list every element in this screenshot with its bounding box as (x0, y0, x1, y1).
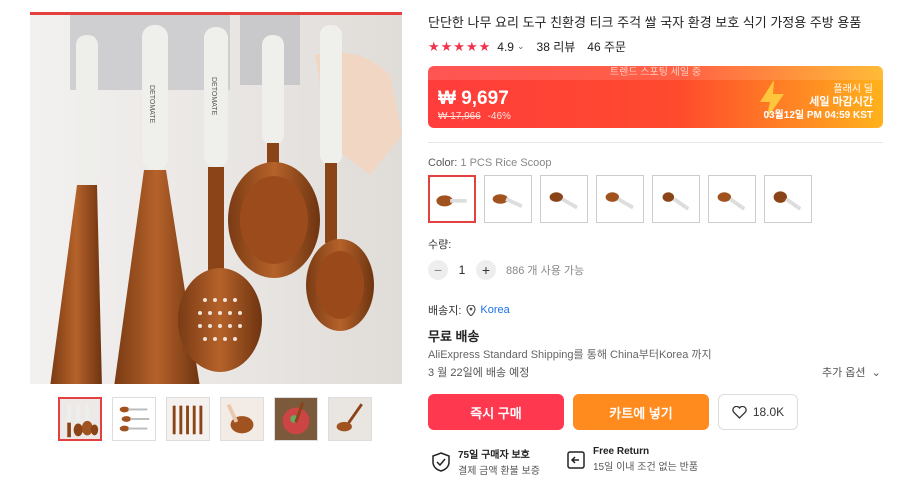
buyer-protection: 75일 구매자 보호 결제 금액 환불 보증 (430, 446, 540, 477)
original-price-row: ₩ 17,966 -46% (438, 111, 511, 122)
swatch-6[interactable] (708, 175, 756, 223)
thumbnail-3[interactable] (166, 397, 210, 441)
flash-deal-time: 03월12일 PM 04:59 KST (763, 110, 873, 121)
thumbnail-1[interactable] (58, 397, 102, 441)
wishlist-count: 18.0K (752, 405, 785, 419)
swatch-5[interactable] (652, 175, 700, 223)
ship-to-country[interactable]: Korea (480, 304, 509, 316)
svg-text:DETOMATE: DETOMATE (210, 77, 217, 116)
return-subtitle: 15일 이내 조건 없는 반품 (593, 462, 699, 473)
quantity-minus-button[interactable]: − (428, 260, 448, 280)
quantity-plus-button[interactable]: + (476, 260, 496, 280)
ship-to-row: 배송지: Korea (428, 302, 510, 318)
ship-to-label: 배송지: (428, 305, 462, 317)
flash-deal-subtitle: 세일 마감시간 (809, 96, 873, 108)
location-pin-icon (466, 304, 477, 316)
free-return: Free Return 15일 이내 조건 없는 반품 (565, 446, 698, 473)
sale-label: 트렌드 스포팅 세일 중 (428, 66, 883, 80)
chevron-down-icon: ⌄ (871, 367, 881, 379)
swatch-2[interactable] (484, 175, 532, 223)
quantity-label: 수량: (428, 239, 452, 251)
more-options-link[interactable]: 추가 옵션 ⌄ (822, 364, 881, 380)
delivery-date: 3 월 22일에 배송 예정 (428, 367, 530, 379)
svg-text:DETOMATE: DETOMATE (148, 85, 155, 124)
rating-row: ★★★★★ 4.9 ⌄ 38 리뷰 46 주문 (428, 38, 626, 55)
reviews-count[interactable]: 38 리뷰 (537, 38, 576, 55)
swatch-4[interactable] (596, 175, 644, 223)
thumbnail-2[interactable] (112, 397, 156, 441)
protection-subtitle: 결제 금액 환불 보증 (458, 466, 540, 477)
protection-title: 75일 구매자 보호 (458, 450, 530, 461)
color-value: 1 PCS Rice Scoop (460, 157, 552, 169)
flash-deal-info: 플래시 딜 세일 마감시간 03월12일 PM 04:59 KST (763, 83, 873, 122)
return-icon (567, 450, 585, 469)
more-options-label: 추가 옵션 (822, 367, 866, 379)
add-to-cart-button[interactable]: 카트에 넣기 (573, 394, 709, 430)
thumbnail-4[interactable] (220, 397, 264, 441)
return-title: Free Return (593, 446, 650, 457)
current-price: ₩ 9,697 (438, 88, 509, 109)
star-rating-icon: ★★★★★ (428, 38, 492, 54)
shipping-method: AliExpress Standard Shipping를 통해 China부터… (428, 349, 712, 361)
wishlist-button[interactable]: 18.0K (718, 394, 798, 430)
price-banner: 트렌드 스포팅 세일 중 ₩ 9,697 ₩ 17,966 -46% 플래시 딜… (428, 66, 883, 128)
orders-count: 46 주문 (587, 40, 627, 54)
color-label-text: Color: (428, 157, 458, 169)
main-product-image[interactable]: DETOMATE DETOMATE (30, 12, 402, 384)
swatch-1[interactable] (428, 175, 476, 223)
quantity-stepper: − 1 + 886 개 사용 가능 (428, 260, 584, 280)
chevron-down-icon[interactable]: ⌄ (517, 41, 525, 52)
color-swatches (428, 175, 812, 223)
quantity-value[interactable]: 1 (448, 263, 476, 277)
heart-icon (732, 405, 747, 419)
thumbnail-6[interactable] (328, 397, 372, 441)
swatch-7[interactable] (764, 175, 812, 223)
available-stock: 886 개 사용 가능 (506, 265, 585, 277)
flash-deal-title: 플래시 딜 (833, 84, 873, 95)
divider (428, 142, 883, 143)
thumbnail-strip (58, 397, 372, 441)
product-title: 단단한 나무 요리 도구 친환경 티크 주걱 쌀 국자 환경 보호 식기 가정용… (428, 15, 862, 30)
shield-check-icon (432, 451, 450, 472)
original-price: ₩ 17,966 (438, 111, 481, 122)
buy-now-button[interactable]: 즉시 구매 (428, 394, 564, 430)
color-label: Color: 1 PCS Rice Scoop (428, 157, 552, 169)
discount-badge: -46% (487, 111, 511, 122)
thumbnail-5[interactable] (274, 397, 318, 441)
rating-value: 4.9 (497, 39, 514, 54)
free-shipping: 무료 배송 (428, 329, 480, 344)
swatch-3[interactable] (540, 175, 588, 223)
